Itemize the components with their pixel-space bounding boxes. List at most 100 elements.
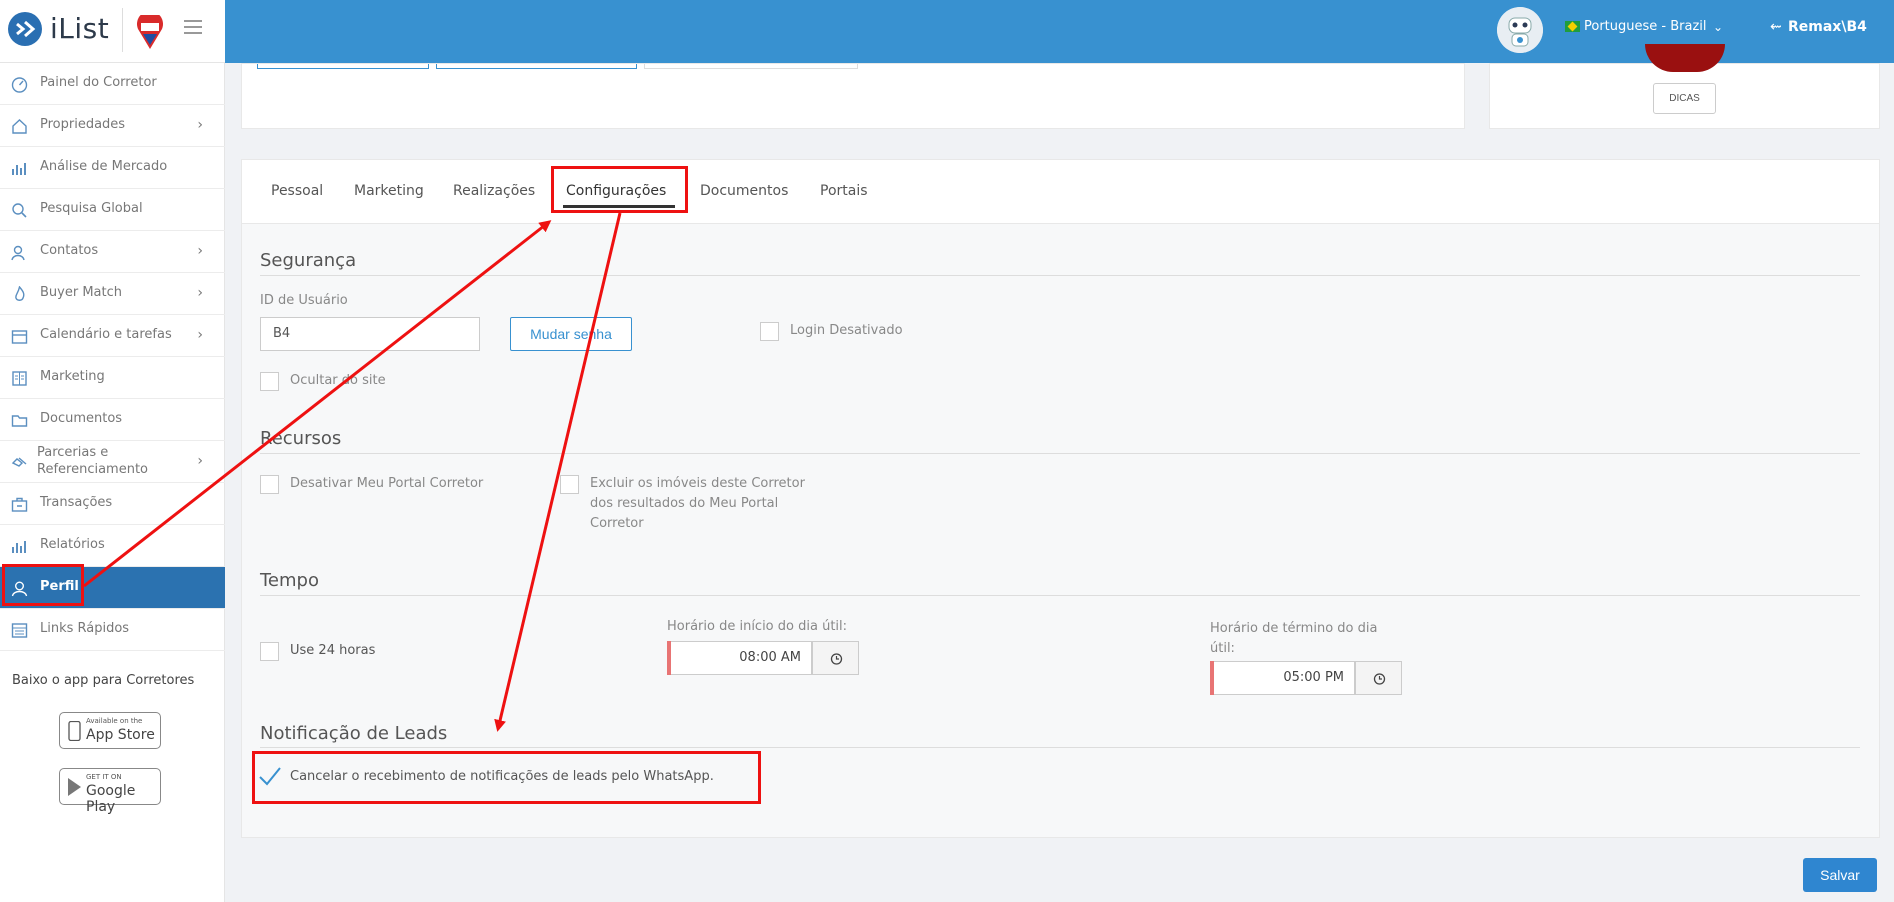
home-icon: [12, 119, 27, 134]
exclude-properties-checkbox[interactable]: [560, 475, 579, 494]
handshake-icon: [11, 457, 27, 467]
sidebar-item-propriedades[interactable]: Propriedades ›: [0, 105, 225, 147]
brand-divider: [122, 8, 123, 52]
disable-portal-label: Desativar Meu Portal Corretor: [290, 476, 484, 491]
dashboard-icon: [11, 77, 28, 93]
user-menu[interactable]: Remax\B4: [1788, 19, 1867, 35]
section-seguranca-title: Segurança: [260, 250, 357, 271]
badge-big-text: Google Play: [86, 783, 136, 815]
sidebar-item-transacoes[interactable]: Transações: [0, 483, 225, 525]
sidebar-item-relatorios[interactable]: Relatórios: [0, 525, 225, 567]
partial-button[interactable]: [644, 64, 858, 69]
app-store-badge[interactable]: Available on the App Store: [59, 712, 161, 749]
language-selector[interactable]: Portuguese - Brazil: [1584, 19, 1707, 34]
sidebar-item-label: Transações: [40, 495, 113, 510]
end-time-input[interactable]: 05:00 PM: [1214, 661, 1355, 695]
tab-pessoal[interactable]: Pessoal: [271, 183, 323, 199]
section-recursos-title: Recursos: [260, 428, 342, 449]
label-line-2: útil:: [1210, 641, 1235, 656]
robot-assistant-icon[interactable]: [1497, 7, 1543, 53]
app-download-caption: Baixo o app para Corretores: [12, 673, 195, 688]
highlight-configuracoes-tab: [551, 166, 688, 213]
exclude-properties-label: Excluir os imóveis deste Corretor dos re…: [590, 474, 805, 534]
highlight-whatsapp-option: [252, 751, 761, 804]
clock-icon: [1373, 673, 1386, 685]
highlight-perfil-item: [2, 564, 84, 606]
sidebar-item-label: Pesquisa Global: [40, 201, 143, 216]
partial-button[interactable]: [257, 64, 429, 69]
end-time-label: Horário de término do dia útil:: [1210, 619, 1377, 659]
play-icon: [68, 778, 81, 796]
sidebar-item-label: Buyer Match: [40, 285, 122, 300]
briefcase-icon: [11, 497, 28, 512]
badge-big-text: App Store: [86, 727, 155, 743]
start-time-input[interactable]: 08:00 AM: [671, 641, 812, 675]
clock-icon: [830, 653, 843, 665]
badge-small-text: GET IT ON: [86, 773, 122, 781]
hide-site-label: Ocultar do site: [290, 373, 386, 388]
dicas-button[interactable]: DICAS: [1653, 83, 1716, 114]
sidebar-item-label: Propriedades: [40, 117, 126, 132]
ilist-logo-icon[interactable]: [8, 12, 42, 46]
label-line-1: Excluir os imóveis deste Corretor: [590, 476, 805, 491]
flame-icon: [15, 286, 25, 301]
end-time-button[interactable]: [1355, 661, 1402, 695]
partial-button[interactable]: [436, 64, 637, 69]
sidebar-item-links[interactable]: Links Rápidos: [0, 609, 225, 651]
change-password-button[interactable]: Mudar senha: [510, 317, 632, 351]
google-play-badge[interactable]: GET IT ON Google Play: [59, 768, 161, 815]
sidebar-item-contatos[interactable]: Contatos ›: [0, 231, 225, 273]
chevron-down-icon[interactable]: ⌄: [1713, 20, 1723, 34]
menu-toggle-icon[interactable]: [184, 20, 202, 34]
chevron-right-icon: ›: [197, 117, 203, 133]
links-icon: [11, 623, 28, 638]
section-divider: [260, 275, 1860, 276]
sidebar-item-label: Marketing: [40, 369, 105, 384]
chevron-right-icon: ›: [197, 453, 203, 469]
login-disabled-checkbox[interactable]: [760, 322, 779, 341]
chevron-right-icon: ›: [197, 285, 203, 301]
brand-area: iList: [0, 0, 225, 63]
label-line-1: Parcerias e: [37, 445, 109, 460]
label-line-1: Horário de término do dia: [1210, 621, 1378, 636]
reply-arrow-icon: ⇜: [1770, 19, 1782, 35]
brazil-flag-icon: [1565, 21, 1580, 32]
use-24h-checkbox[interactable]: [260, 642, 279, 661]
label-line-3: Corretor: [590, 516, 644, 531]
sidebar-item-buyer-match[interactable]: Buyer Match ›: [0, 273, 225, 315]
book-icon: [12, 371, 27, 386]
sidebar-item-label: Contatos: [40, 243, 99, 258]
badge-small-text: Available on the: [86, 717, 143, 725]
tab-documentos[interactable]: Documentos: [700, 183, 788, 199]
sidebar-item-label: Relatórios: [40, 537, 105, 552]
user-id-label: ID de Usuário: [260, 293, 348, 308]
user-id-input[interactable]: B4: [260, 317, 480, 351]
section-leads-title: Notificação de Leads: [260, 723, 448, 744]
sidebar-item-calendario[interactable]: Calendário e tarefas ›: [0, 315, 225, 357]
chevron-right-icon: ›: [197, 243, 203, 259]
sidebar-item-label: Parcerias e Referenciamento: [37, 444, 148, 478]
hide-site-checkbox[interactable]: [260, 372, 279, 391]
sidebar-item-painel[interactable]: Painel do Corretor: [0, 63, 225, 105]
disable-portal-checkbox[interactable]: [260, 475, 279, 494]
start-time-button[interactable]: [812, 641, 859, 675]
sidebar-item-documentos[interactable]: Documentos: [0, 399, 225, 441]
sidebar-item-parcerias[interactable]: Parcerias e Referenciamento ›: [0, 441, 225, 483]
sidebar-item-label: Links Rápidos: [40, 621, 130, 636]
tab-portais[interactable]: Portais: [820, 183, 868, 199]
section-tempo-title: Tempo: [260, 570, 319, 591]
save-button[interactable]: Salvar: [1803, 858, 1877, 892]
settings-card: Pessoal Marketing Realizações Configuraç…: [241, 159, 1880, 838]
sidebar: Painel do Corretor Propriedades › Anális…: [0, 63, 225, 902]
profile-header-card: [241, 63, 1465, 129]
sidebar-item-marketing[interactable]: Marketing: [0, 357, 225, 399]
tab-marketing[interactable]: Marketing: [354, 183, 424, 199]
section-divider: [260, 595, 1860, 596]
section-divider: [260, 453, 1860, 454]
sidebar-item-analise[interactable]: Análise de Mercado: [0, 147, 225, 189]
chevron-right-icon: ›: [197, 327, 203, 343]
profile-photo-card: DICAS: [1489, 44, 1880, 129]
tab-realizacoes[interactable]: Realizações: [453, 183, 535, 199]
sidebar-item-pesquisa[interactable]: Pesquisa Global: [0, 189, 225, 231]
profile-tabs: Pessoal Marketing Realizações Configuraç…: [242, 160, 1879, 224]
